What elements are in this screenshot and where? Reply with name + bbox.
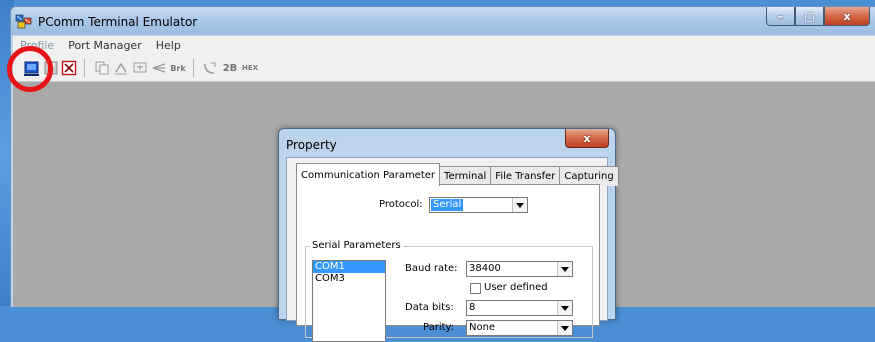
copy-button[interactable] (93, 59, 111, 77)
tab-terminal[interactable]: Terminal (439, 166, 492, 186)
port-item-com3[interactable]: COM3 (313, 273, 385, 285)
two-byte-button[interactable]: 2B (221, 59, 239, 77)
user-defined-label: User defined (484, 282, 548, 293)
close-button[interactable]: x (824, 7, 870, 26)
window-title: PComm Terminal Emulator (38, 15, 198, 29)
chevron-down-icon (557, 301, 572, 315)
chevron-down-icon (557, 262, 572, 276)
exit-button[interactable] (60, 59, 78, 77)
serial-parameters-title: Serial Parameters (310, 240, 403, 251)
copy-icon (95, 61, 109, 75)
close-icon: x (583, 131, 591, 145)
minimize-icon: – (777, 9, 784, 23)
maximize-button[interactable]: □ (795, 7, 824, 26)
tab-strip: Communication Parameter Terminal File Tr… (296, 163, 619, 186)
data-bits-label: Data bits: (405, 302, 454, 313)
property-dialog: Property x Communication Parameter Termi… (278, 128, 619, 342)
title-bar[interactable]: PComm Terminal Emulator – □ x (11, 7, 875, 35)
dial-icon (204, 62, 216, 74)
user-defined-checkbox[interactable] (470, 283, 481, 294)
capture-icon (152, 63, 166, 73)
data-bits-select[interactable]: 8 (466, 300, 573, 316)
baud-rate-label: Baud rate: (405, 263, 458, 274)
receive-file-icon (133, 62, 147, 73)
serial-parameters-group: Serial Parameters COM1 COM3 Baud rate: 3… (305, 240, 593, 342)
dialog-close-button[interactable]: x (565, 129, 609, 148)
send-file-icon (115, 62, 127, 75)
toolbar-separator (193, 59, 194, 77)
hex-button[interactable]: HEX (241, 59, 259, 77)
baud-rate-value: 38400 (469, 263, 501, 274)
protocol-value: Serial (431, 199, 464, 211)
break-button[interactable]: Brk (169, 59, 187, 77)
communication-parameter-panel: Protocol: Serial Serial Parameters COM1 … (296, 184, 600, 342)
parity-value: None (469, 322, 496, 333)
tab-file-transfer[interactable]: File Transfer (490, 166, 561, 186)
menu-help[interactable]: Help (149, 39, 188, 52)
protocol-select[interactable]: Serial (429, 197, 528, 213)
data-bits-value: 8 (469, 302, 476, 313)
parity-label: Parity: (423, 322, 455, 333)
tab-capturing[interactable]: Capturing (559, 166, 619, 186)
break-label: Brk (170, 63, 186, 73)
dialog-body: Communication Parameter Terminal File Tr… (286, 157, 619, 342)
parity-select[interactable]: None (466, 320, 573, 336)
chevron-down-icon (557, 321, 572, 335)
menu-bar: Profile Port Manager Help (13, 36, 875, 55)
send-file-button[interactable] (112, 59, 130, 77)
baud-rate-select[interactable]: 38400 (466, 261, 573, 277)
menu-port-manager[interactable]: Port Manager (61, 39, 149, 52)
chevron-down-icon (512, 198, 527, 212)
close-icon: x (843, 9, 851, 23)
minimize-button[interactable]: – (766, 7, 795, 26)
port-list[interactable]: COM1 COM3 (312, 260, 386, 342)
window-controls: – □ x (766, 7, 870, 26)
highlight-circle-annotation (7, 46, 53, 92)
protocol-label: Protocol: (379, 199, 423, 210)
receive-file-button[interactable] (131, 59, 149, 77)
toolbar: Brk 2B HEX (13, 55, 875, 82)
maximize-icon: □ (804, 9, 815, 23)
exit-icon (61, 60, 77, 76)
tab-communication-parameter[interactable]: Communication Parameter (296, 163, 441, 186)
app-icon (15, 14, 33, 30)
capture-button[interactable] (150, 59, 168, 77)
hex-label: HEX (241, 64, 259, 72)
dial-button[interactable] (201, 59, 219, 77)
two-byte-label: 2B (222, 62, 238, 74)
dialog-title: Property (286, 138, 337, 152)
toolbar-separator (84, 59, 85, 77)
port-item-com1[interactable]: COM1 (313, 261, 385, 273)
